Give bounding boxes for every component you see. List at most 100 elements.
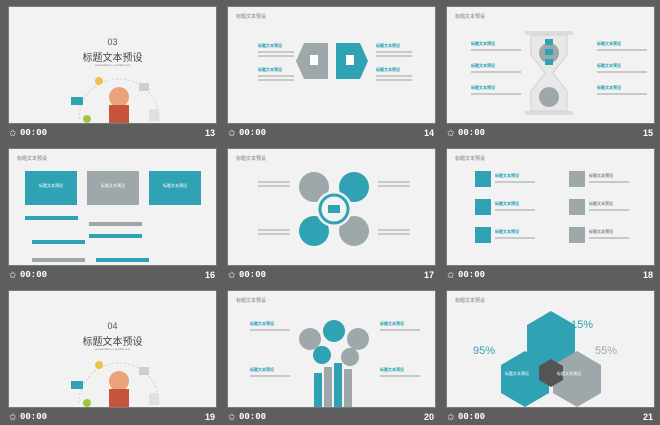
label-text: 标题文本预设 — [250, 367, 274, 372]
left-text-block-2: 标题文本预设 — [258, 67, 294, 81]
pencils-graphic — [299, 320, 369, 407]
text-line — [258, 181, 290, 183]
star-clock-icon: ✩ — [447, 128, 455, 138]
label-text: 标题文本预设 — [495, 229, 519, 234]
text-block: 标题文本预设 — [495, 201, 535, 211]
slide-21-canvas: 标题文本预设 15% 95% 55% 标题文本预设 标题文本预设 — [446, 290, 655, 408]
card-label: 标题文本预设 — [39, 183, 63, 188]
slide-time: 00:00 — [458, 128, 486, 138]
slide-number: 15 — [642, 128, 653, 138]
slide-20-meta: ✩ 00:00 20 — [227, 411, 436, 425]
slide-17-canvas: 标题文本预设 — [227, 148, 436, 266]
text-block — [258, 179, 290, 187]
slide-time: 00:00 — [458, 270, 486, 280]
slide-number: 16 — [204, 270, 215, 280]
slide-14-meta: ✩ 00:00 14 — [227, 127, 436, 141]
star-clock-icon: ✩ — [228, 270, 236, 280]
section-number: 03 — [107, 37, 118, 47]
slide-time: 00:00 — [20, 128, 48, 138]
right-text-block-2: 标题文本预设 — [597, 63, 647, 73]
slide-time: 00:00 — [20, 412, 48, 422]
slide-header: 标题文本预设 — [455, 14, 486, 20]
slide-19-meta: ✩ 00:00 19 — [8, 411, 217, 425]
text-line — [378, 181, 410, 183]
slide-number: 18 — [642, 270, 653, 280]
slide-time: 00:00 — [239, 412, 267, 422]
text-line — [380, 375, 420, 377]
slide-number: 17 — [423, 270, 434, 280]
illustration-graphic — [71, 77, 160, 123]
label-text: 标题文本预设 — [589, 229, 613, 234]
progress-bars — [25, 213, 201, 265]
label-text: 标题文本预设 — [589, 201, 613, 206]
slide-19-canvas: 04 标题文本预设 presentation ∘ subtitle text — [8, 290, 217, 408]
section-title: 标题文本预设 — [82, 53, 143, 64]
slide-15-meta: ✩ 00:00 15 — [446, 127, 655, 141]
right-text-block-1: 标题文本预设 — [376, 43, 412, 57]
label-text: 标题文本预设 — [495, 201, 519, 206]
text-line — [250, 329, 290, 331]
list-icon-5 — [569, 199, 585, 215]
left-text-block-1: 标题文本预设 — [258, 43, 294, 57]
card-label: 标题文本预设 — [163, 183, 187, 188]
text-block: 标题文本预设 — [589, 173, 629, 183]
text-block: 标题文本预设 — [589, 201, 629, 211]
slide-13-canvas: 03 标题文本预设 presentation ∘ subtitle text — [8, 6, 217, 124]
slide-21-meta: ✩ 00:00 21 — [446, 411, 655, 425]
slide-16-meta: ✩ 00:00 16 — [8, 269, 217, 283]
text-block: 标题文本预设 — [495, 173, 535, 183]
slide-header: 标题文本预设 — [236, 298, 267, 304]
label-text: 标题文本预设 — [597, 63, 621, 68]
list-icon-2 — [475, 199, 491, 215]
text-line — [258, 55, 294, 57]
slide-time: 00:00 — [239, 128, 267, 138]
right-text-block-3: 标题文本预设 — [597, 85, 647, 95]
star-clock-icon: ✩ — [447, 270, 455, 280]
slide-number: 19 — [204, 412, 215, 422]
text-line — [378, 229, 410, 231]
section-subtitle: presentation ∘ subtitle text — [94, 63, 131, 67]
section-title: 标题文本预设 — [82, 337, 143, 348]
card-label: 标题文本预设 — [101, 183, 125, 188]
text-line — [589, 181, 629, 183]
slide-18-canvas: 标题文本预设 标题文本预设 标题文本预设 标题文本预设 标题文本预设 标题文本预… — [446, 148, 655, 266]
text-line — [378, 233, 410, 235]
list-icon-1 — [475, 171, 491, 187]
bar — [89, 234, 143, 238]
text-block — [378, 227, 410, 235]
text-line — [597, 93, 647, 95]
text-line — [376, 75, 412, 77]
cycle-graphic — [299, 172, 369, 246]
text-line — [376, 79, 412, 81]
slide-17-meta: ✩ 00:00 17 — [227, 269, 436, 283]
slide-16-canvas: 标题文本预设 标题文本预设 标题文本预设 标题文本预设 — [8, 148, 217, 266]
label-text: 标题文本预设 — [495, 173, 519, 178]
text-line — [589, 209, 629, 211]
label-text: 标题文本预设 — [471, 63, 495, 68]
label-text: 标题文本预设 — [258, 43, 282, 48]
text-line — [250, 375, 290, 377]
text-block: 标题文本预设 — [380, 321, 420, 331]
list-icon-4 — [569, 171, 585, 187]
text-line — [597, 71, 647, 73]
label-text: 标题文本预设 — [597, 41, 621, 46]
label-text: 标题文本预设 — [380, 321, 404, 326]
bar — [32, 258, 85, 262]
text-line — [380, 329, 420, 331]
slide-15-canvas: 标题文本预设 标题文本预设 标题文本预设 标题文本预设 标题文本预设 标题文本预… — [446, 6, 655, 124]
star-clock-icon: ✩ — [9, 270, 17, 280]
slide-number: 20 — [423, 412, 434, 422]
hourglass-graphic — [525, 31, 573, 115]
text-block: 标题文本预设 — [250, 367, 290, 377]
left-text-block-1: 标题文本预设 — [471, 41, 521, 51]
label-text: 标题文本预设 — [471, 85, 495, 90]
text-line — [378, 185, 410, 187]
slide-header: 标题文本预设 — [236, 156, 267, 162]
hex-label-right: 标题文本预设 — [557, 371, 581, 376]
text-block — [258, 227, 290, 235]
slide-header: 标题文本预设 — [455, 156, 486, 162]
text-line — [258, 233, 290, 235]
text-line — [495, 181, 535, 183]
arrow-shapes-graphic — [296, 43, 368, 79]
right-text-block-1: 标题文本预设 — [597, 41, 647, 51]
